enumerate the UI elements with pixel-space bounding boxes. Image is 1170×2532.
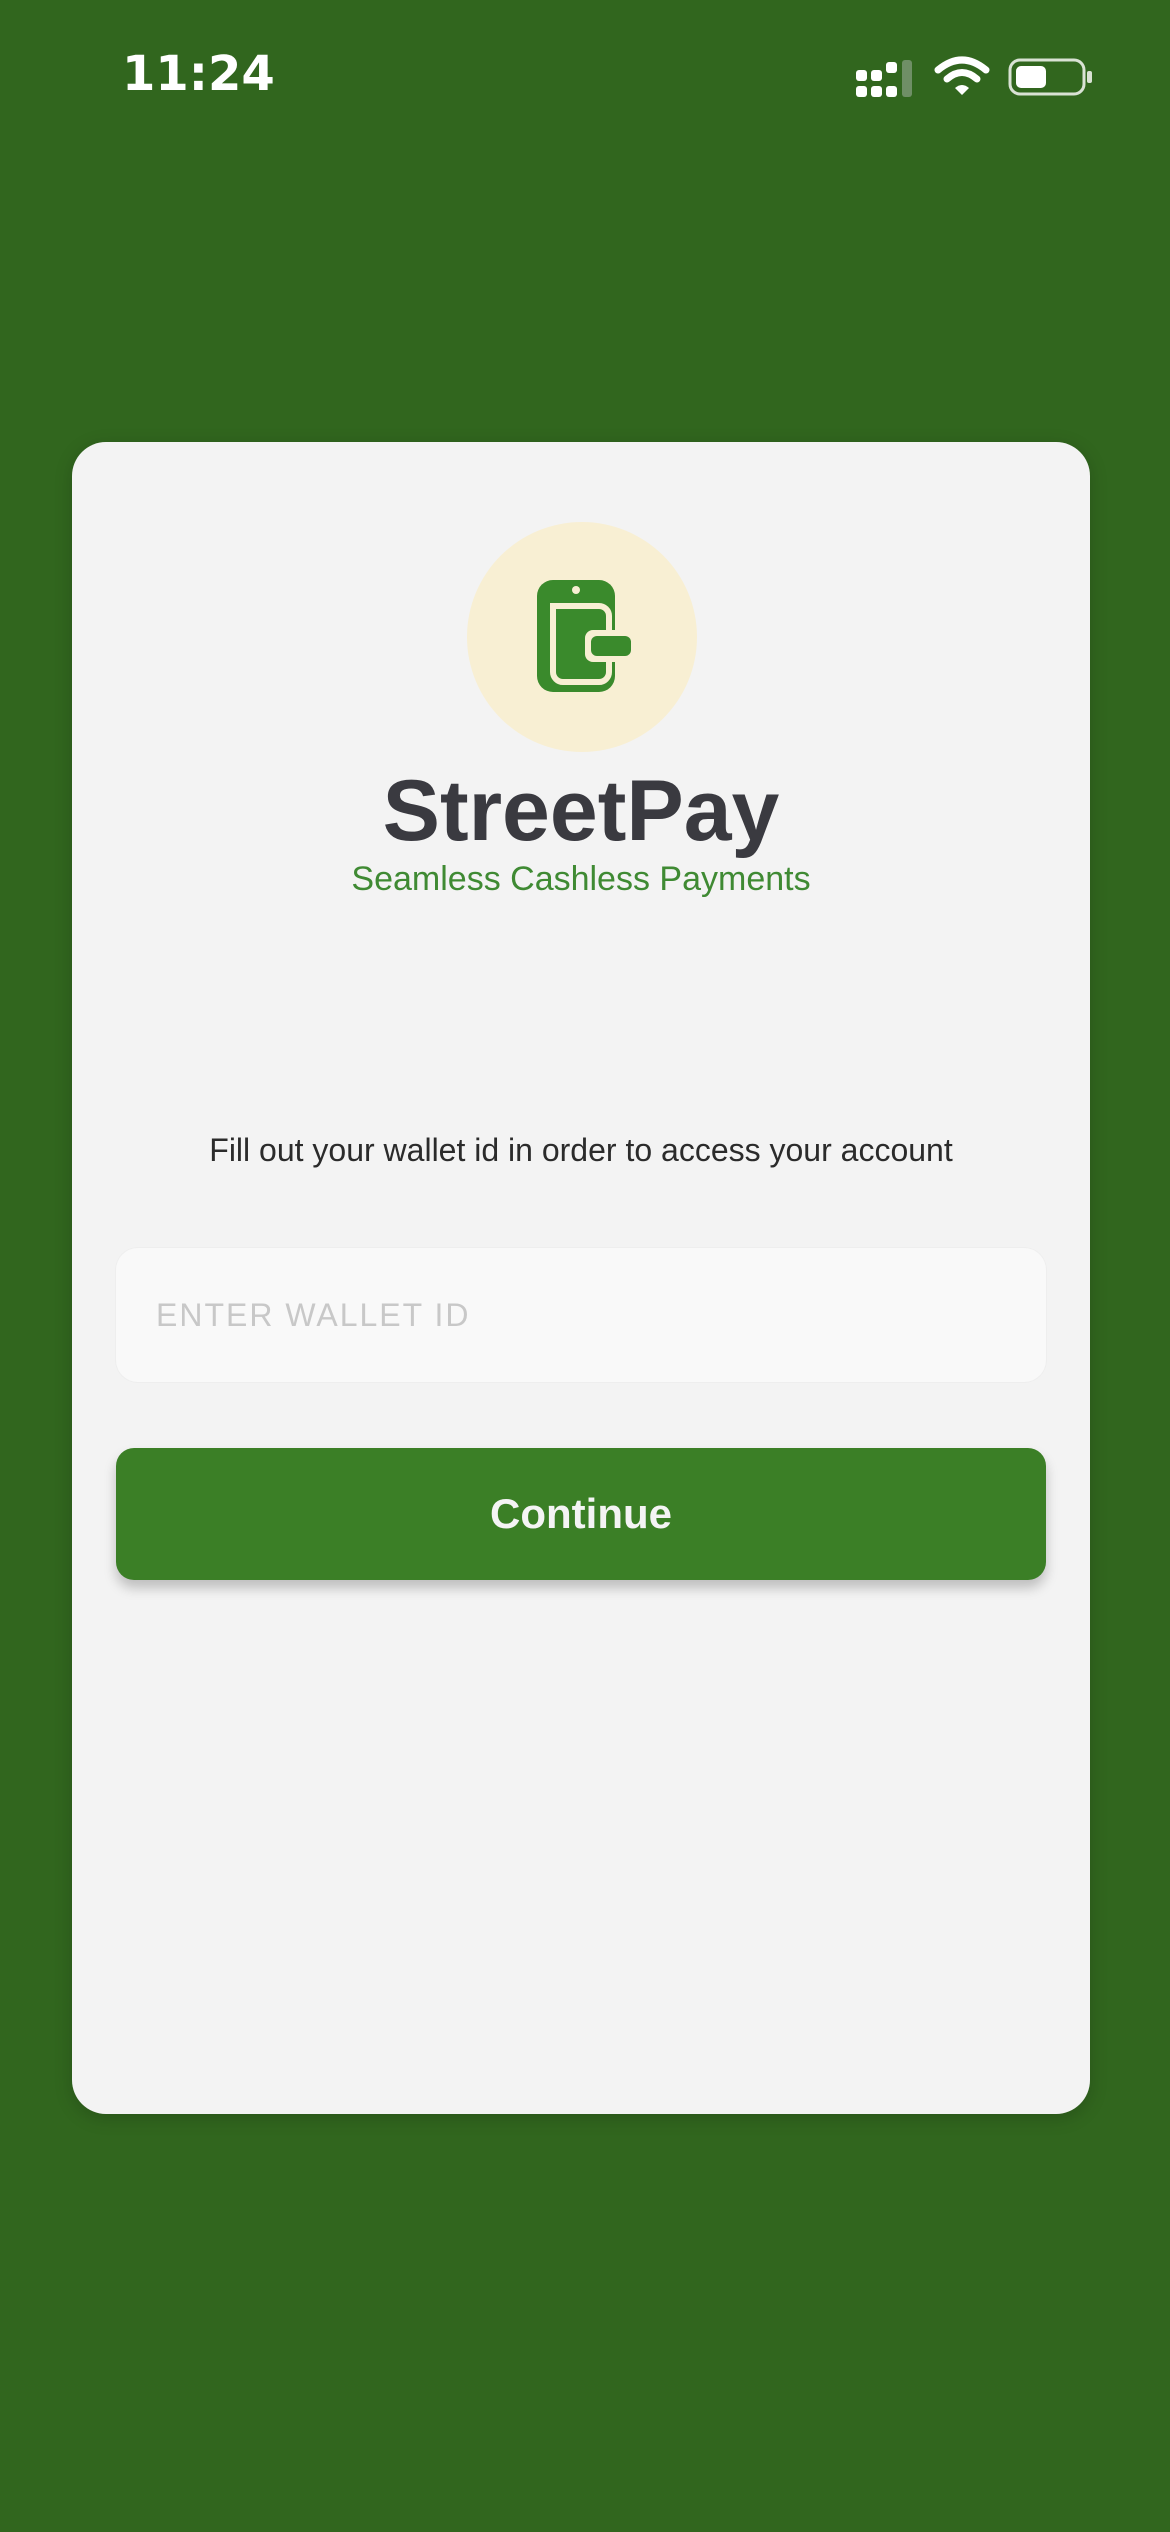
signal-icon: [856, 60, 912, 97]
continue-button[interactable]: Continue: [116, 1448, 1046, 1580]
wallet-icon: [537, 580, 631, 692]
wallet-id-input[interactable]: [116, 1248, 1046, 1382]
app-tagline: Seamless Cashless Payments: [351, 860, 811, 898]
status-time: 11:24: [122, 46, 275, 102]
battery-icon: [1008, 58, 1092, 96]
instruction-text: Fill out your wallet id in order to acce…: [209, 1132, 953, 1168]
wifi-icon: [934, 56, 990, 95]
logo-badge: [467, 522, 697, 752]
app-title: StreetPay: [382, 763, 780, 859]
login-card: StreetPay Seamless Cashless Payments Fil…: [72, 442, 1090, 2114]
status-bar: 11:24: [0, 0, 1170, 150]
